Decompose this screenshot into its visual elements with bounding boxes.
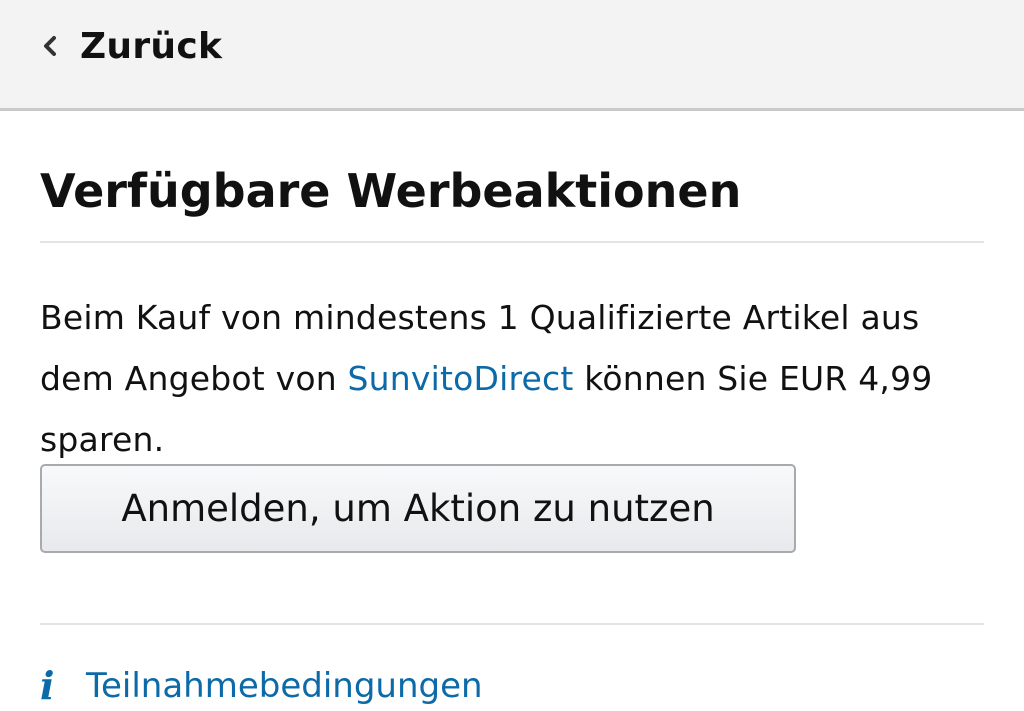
info-icon: i — [40, 663, 55, 708]
top-bar: Zurück — [0, 0, 1024, 111]
page-title: Verfügbare Werbeaktionen — [40, 164, 742, 218]
title-divider — [40, 241, 984, 243]
signin-to-use-promotion-button[interactable]: Anmelden, um Aktion zu nutzen — [40, 464, 796, 553]
terms-label: Teilnahmebedingungen — [86, 666, 483, 706]
back-link[interactable]: Zurück — [38, 24, 222, 68]
seller-link[interactable]: SunvitoDirect — [348, 359, 574, 398]
terms-link[interactable]: i Teilnahmebedingungen — [40, 661, 483, 711]
promo-description: Beim Kauf von mindestens 1 Qualifizierte… — [40, 287, 984, 470]
chevron-left-icon — [38, 34, 62, 58]
section-divider — [40, 623, 984, 625]
back-label: Zurück — [80, 25, 223, 67]
